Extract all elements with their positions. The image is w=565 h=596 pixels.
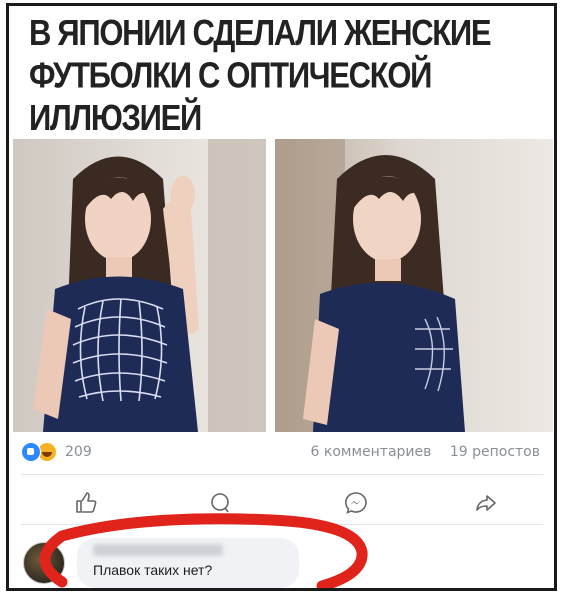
like-button[interactable] <box>73 490 99 516</box>
photo-left-illustration <box>33 139 266 432</box>
actions-divider <box>21 524 543 525</box>
post-photo-left[interactable] <box>13 139 266 432</box>
reaction-count: 209 <box>65 444 92 460</box>
share-button[interactable] <box>473 490 499 516</box>
comment-bubble: Плавок таких нет? <box>77 538 299 588</box>
comment-text: Плавок таких нет? <box>93 562 213 578</box>
reactions-summary[interactable]: 209 <box>21 442 92 462</box>
messenger-button[interactable] <box>343 490 369 516</box>
comment-button[interactable] <box>207 490 233 516</box>
stats-divider <box>21 474 543 475</box>
avatar[interactable] <box>23 542 65 584</box>
post-stats: 209 6 комментариев 19 репостов <box>9 440 554 466</box>
like-icon <box>76 492 97 513</box>
engagement-counts: 6 комментариев 19 репостов <box>297 444 540 460</box>
messenger-icon <box>344 492 367 514</box>
like-reaction-icon <box>21 442 41 462</box>
comment: Плавок таких нет? <box>9 530 554 588</box>
comments-count-link[interactable]: 6 комментариев <box>311 444 432 460</box>
post-headline: В Японии сделали женские футболки с опти… <box>29 12 492 139</box>
comment-icon <box>211 493 229 513</box>
photo-right-illustration <box>275 139 465 432</box>
reposts-count-link[interactable]: 19 репостов <box>450 444 540 460</box>
comment-author-redacted[interactable] <box>93 544 223 556</box>
post-actions <box>9 484 554 524</box>
share-icon <box>476 495 496 511</box>
post-photo-right[interactable] <box>275 139 553 432</box>
screenshot-frame: В Японии сделали женские футболки с опти… <box>6 3 557 591</box>
